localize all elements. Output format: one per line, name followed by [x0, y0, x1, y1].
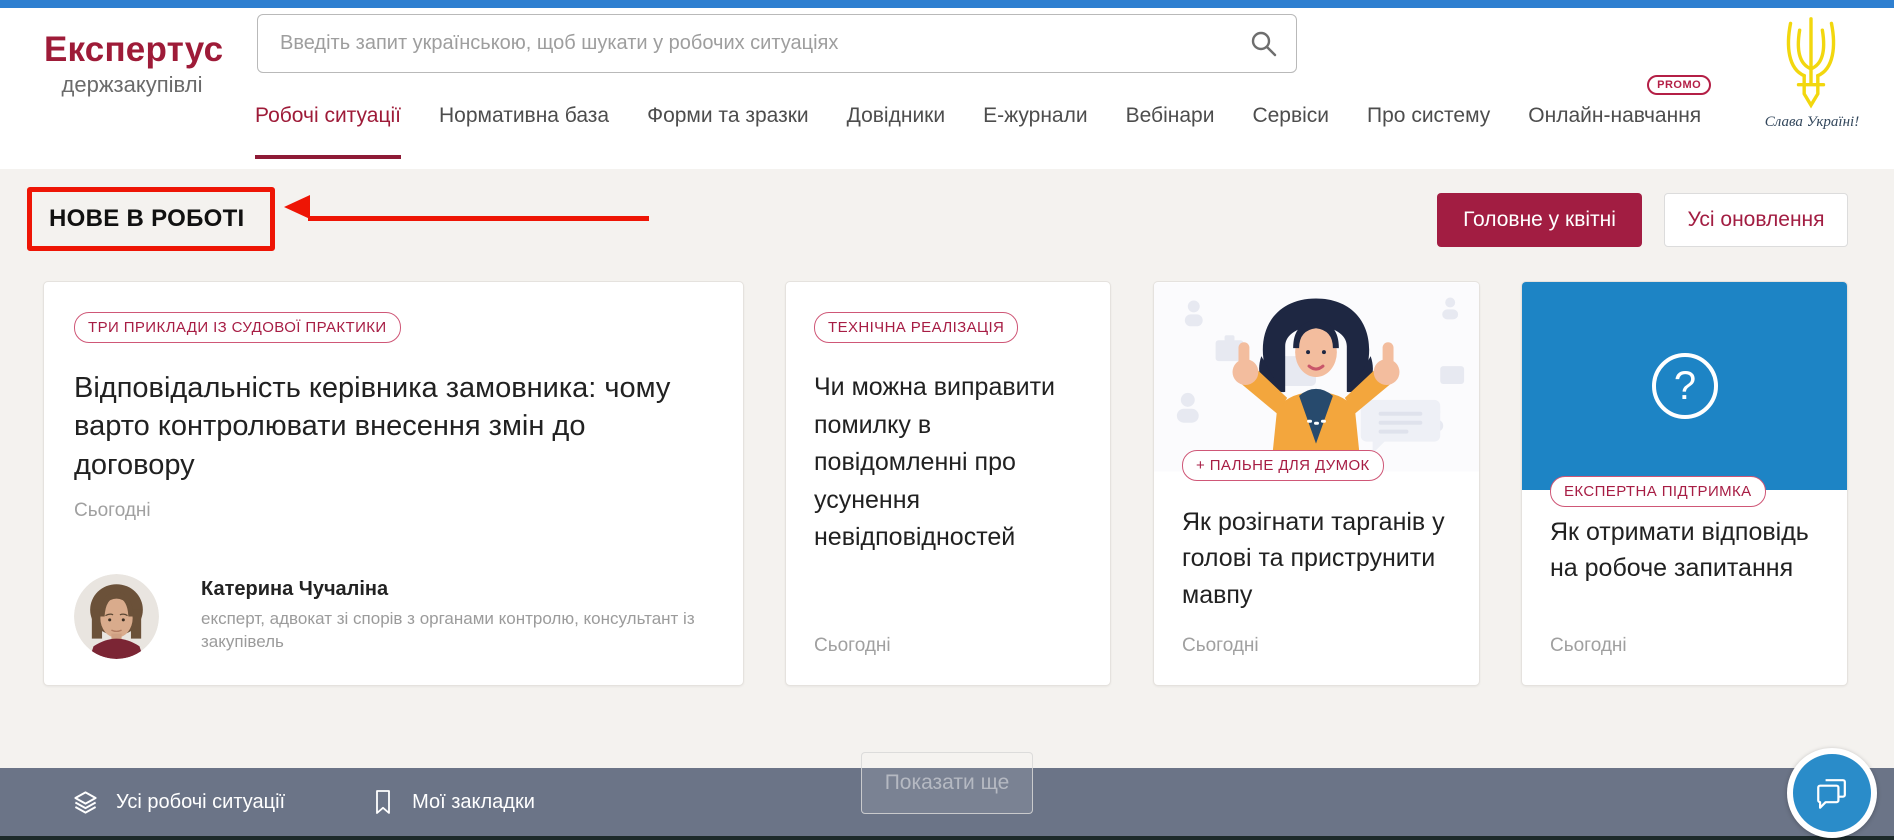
chat-widget-button[interactable] — [1787, 748, 1877, 838]
nav-item-robochi-sytuatsii[interactable]: Робочі ситуації — [255, 104, 401, 128]
card-content: Як розігнати тарганів у голові та пристр… — [1182, 504, 1451, 613]
logo-title: Експертус — [44, 30, 220, 70]
card-content: Як отримати відповідь на робоче запитанн… — [1550, 514, 1819, 587]
card-date: Сьогодні — [1550, 635, 1627, 657]
card-tag: ТЕХНІЧНА РЕАЛІЗАЦІЯ — [814, 312, 1018, 343]
logo-subtitle: держзакупівлі — [44, 72, 220, 98]
logo[interactable]: Експертус держзакупівлі — [44, 30, 220, 98]
card-date: Сьогодні — [1182, 635, 1259, 657]
article-card[interactable]: ? ЕКСПЕРТНА ПІДТРИМКА Як отримати відпов… — [1521, 281, 1848, 686]
nav-item-pro-systemu[interactable]: Про систему — [1367, 104, 1490, 128]
article-card[interactable]: ТЕХНІЧНА РЕАЛІЗАЦІЯ Чи можна виправити п… — [785, 281, 1111, 686]
card-banner: ? — [1522, 282, 1847, 490]
nav-item-vebinary[interactable]: Вебінари — [1126, 104, 1215, 128]
search-input[interactable] — [257, 14, 1297, 73]
all-work-situations-link[interactable]: Усі робочі ситуації — [72, 789, 285, 816]
nav-item-normatyvna-baza[interactable]: Нормативна база — [439, 104, 609, 128]
card-title: Як розігнати тарганів у голові та пристр… — [1182, 504, 1451, 613]
search-bar — [257, 14, 1297, 73]
top-accent-strip — [0, 0, 1894, 8]
card-date: Сьогодні — [74, 500, 743, 522]
annotation-box: НОВЕ В РОБОТІ — [27, 187, 275, 251]
main-content: НОВЕ В РОБОТІ Головне у квітні Усі оновл… — [0, 169, 1894, 840]
author-info: Катерина Чучаліна експерт, адвокат зі сп… — [201, 574, 744, 654]
card-tag: ЕКСПЕРТНА ПІДТРИМКА — [1550, 476, 1766, 507]
nav-item-servisy[interactable]: Сервіси — [1252, 104, 1329, 128]
toolbar-item-label: Усі робочі ситуації — [116, 791, 285, 814]
toolbar-item-label: Мої закладки — [412, 791, 535, 814]
all-updates-button[interactable]: Усі оновлення — [1664, 193, 1848, 247]
card-illustration — [1154, 282, 1479, 472]
header: Експертус держзакупівлі Робочі ситуації … — [0, 8, 1894, 169]
page: Експертус держзакупівлі Робочі ситуації … — [0, 0, 1894, 840]
card-title: Чи можна виправити помилку в повідомленн… — [814, 369, 1084, 557]
article-card[interactable]: + ПАЛЬНЕ ДЛЯ ДУМОК Як розігнати тарганів… — [1153, 281, 1480, 686]
search-icon[interactable] — [1249, 29, 1279, 59]
chat-icon — [1810, 771, 1854, 815]
author-name: Катерина Чучаліна — [201, 578, 744, 601]
layers-icon — [72, 789, 99, 816]
card-date: Сьогодні — [814, 635, 891, 657]
nav-item-label: Онлайн-навчання — [1528, 104, 1701, 127]
nav-item-e-zhurnaly[interactable]: Е-журнали — [983, 104, 1088, 128]
bottom-edge-strip — [0, 836, 1894, 840]
card-title: Відповідальність керівника замовника: чо… — [74, 369, 713, 484]
annotation-arrow — [308, 216, 649, 221]
page-title: НОВЕ В РОБОТІ — [32, 205, 245, 233]
monthly-highlights-button[interactable]: Головне у квітні — [1437, 193, 1642, 247]
question-icon: ? — [1647, 348, 1723, 424]
svg-text:?: ? — [1673, 364, 1695, 408]
nav-item-onlain-navchannia[interactable]: Онлайн-навчання PROMO — [1528, 104, 1701, 128]
bookmark-icon — [371, 789, 395, 815]
author-block: Катерина Чучаліна експерт, адвокат зі сп… — [74, 574, 744, 659]
show-more-button[interactable]: Показати ще — [861, 752, 1033, 814]
my-bookmarks-link[interactable]: Мої закладки — [371, 789, 535, 815]
avatar — [74, 574, 159, 659]
trident-icon — [1773, 12, 1849, 112]
article-card[interactable]: ТРИ ПРИКЛАДИ ІЗ СУДОВОЇ ПРАКТИКИ Відпові… — [43, 281, 744, 686]
nav-item-dovidnyky[interactable]: Довідники — [847, 104, 945, 128]
main-nav: Робочі ситуації Нормативна база Форми та… — [255, 104, 1701, 128]
card-tag: ТРИ ПРИКЛАДИ ІЗ СУДОВОЇ ПРАКТИКИ — [74, 312, 401, 343]
annotation-arrowhead-icon — [284, 195, 310, 219]
card-title: Як отримати відповідь на робоче запитанн… — [1550, 514, 1819, 587]
promo-badge: PROMO — [1647, 75, 1711, 95]
card-tag: + ПАЛЬНЕ ДЛЯ ДУМОК — [1182, 450, 1384, 481]
nav-item-formy-ta-zrazky[interactable]: Форми та зразки — [647, 104, 809, 128]
author-role: експерт, адвокат зі спорів з органами ко… — [201, 608, 744, 654]
slogan-text: Слава Україні! — [1740, 114, 1884, 131]
